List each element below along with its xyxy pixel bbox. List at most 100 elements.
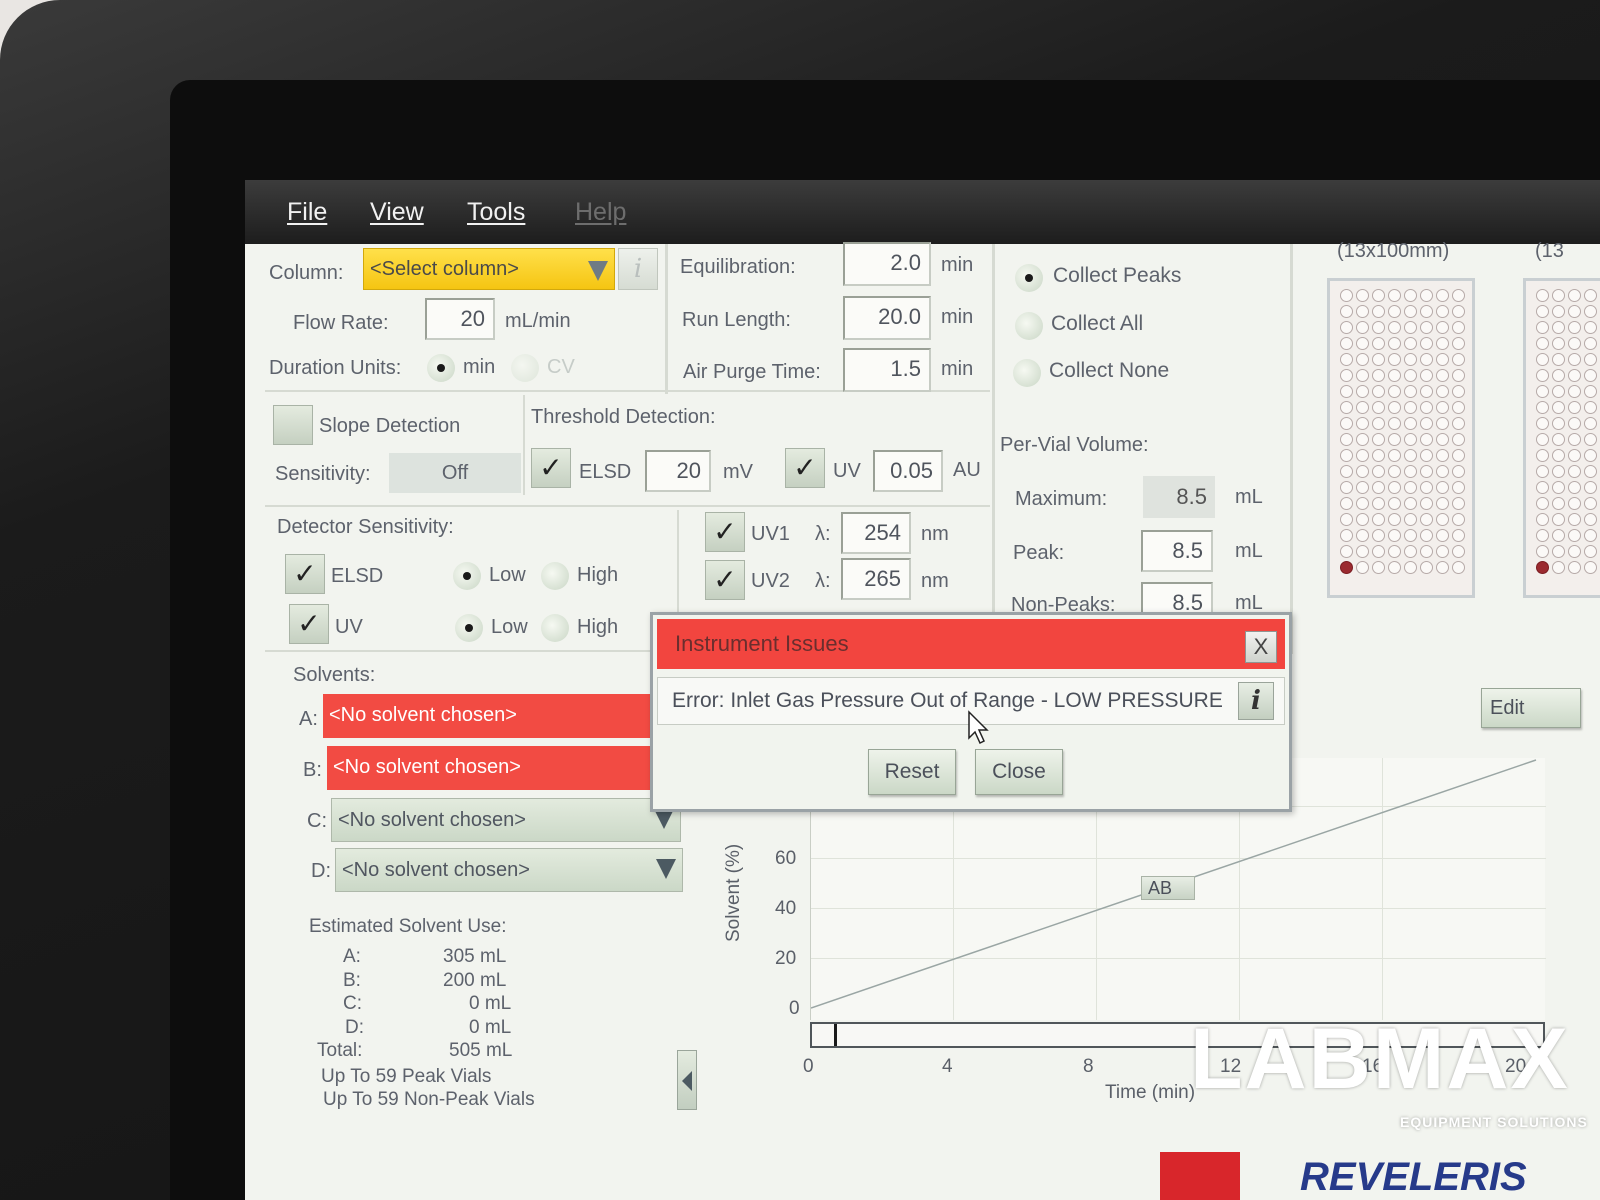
- collect-peaks-radio[interactable]: [1015, 264, 1043, 292]
- vial[interactable]: [1420, 513, 1433, 526]
- menu-tools[interactable]: Tools: [467, 198, 525, 227]
- vial[interactable]: [1452, 401, 1465, 414]
- vial[interactable]: [1552, 321, 1565, 334]
- vial[interactable]: [1404, 321, 1417, 334]
- vial[interactable]: [1536, 321, 1549, 334]
- vial[interactable]: [1436, 513, 1449, 526]
- vial[interactable]: [1420, 417, 1433, 430]
- vial[interactable]: [1552, 513, 1565, 526]
- vial[interactable]: [1568, 353, 1581, 366]
- vial[interactable]: [1404, 353, 1417, 366]
- vial[interactable]: [1552, 369, 1565, 382]
- vial[interactable]: [1536, 481, 1549, 494]
- collect-all-radio[interactable]: [1015, 312, 1043, 340]
- vial[interactable]: [1404, 513, 1417, 526]
- vial[interactable]: [1568, 433, 1581, 446]
- duration-cv-radio[interactable]: [511, 354, 539, 382]
- vial[interactable]: [1340, 561, 1353, 574]
- equilibration-input[interactable]: 2.0: [843, 242, 931, 286]
- vial[interactable]: [1420, 337, 1433, 350]
- vial[interactable]: [1568, 465, 1581, 478]
- vial[interactable]: [1584, 513, 1597, 526]
- vial[interactable]: [1372, 305, 1385, 318]
- column-info-button[interactable]: i: [618, 248, 658, 290]
- vial[interactable]: [1356, 529, 1369, 542]
- vial[interactable]: [1404, 305, 1417, 318]
- vial[interactable]: [1340, 401, 1353, 414]
- vial[interactable]: [1536, 465, 1549, 478]
- vial[interactable]: [1436, 337, 1449, 350]
- vial[interactable]: [1452, 385, 1465, 398]
- vial[interactable]: [1452, 305, 1465, 318]
- dialog-close-x-button[interactable]: X: [1245, 631, 1277, 663]
- vial[interactable]: [1356, 433, 1369, 446]
- vial[interactable]: [1388, 545, 1401, 558]
- uv2-wavelength-input[interactable]: 265: [841, 558, 911, 600]
- uv2-checkbox[interactable]: ✓: [705, 560, 745, 600]
- vial[interactable]: [1536, 545, 1549, 558]
- vial[interactable]: [1452, 449, 1465, 462]
- vial[interactable]: [1420, 561, 1433, 574]
- vial[interactable]: [1356, 481, 1369, 494]
- vial[interactable]: [1568, 561, 1581, 574]
- vial[interactable]: [1404, 481, 1417, 494]
- vial[interactable]: [1552, 401, 1565, 414]
- vial[interactable]: [1536, 305, 1549, 318]
- menu-help[interactable]: Help: [575, 198, 626, 227]
- vial[interactable]: [1340, 481, 1353, 494]
- vial[interactable]: [1536, 433, 1549, 446]
- vial[interactable]: [1536, 449, 1549, 462]
- vial[interactable]: [1356, 417, 1369, 430]
- vial[interactable]: [1420, 401, 1433, 414]
- sensitivity-select[interactable]: Off: [389, 453, 521, 493]
- reset-button[interactable]: Reset: [868, 749, 956, 795]
- vial[interactable]: [1340, 513, 1353, 526]
- vial[interactable]: [1340, 353, 1353, 366]
- vial[interactable]: [1452, 337, 1465, 350]
- vial[interactable]: [1388, 417, 1401, 430]
- vial[interactable]: [1436, 481, 1449, 494]
- vial[interactable]: [1552, 289, 1565, 302]
- vial[interactable]: [1404, 401, 1417, 414]
- collapse-panel-handle[interactable]: [677, 1050, 697, 1110]
- vial[interactable]: [1356, 337, 1369, 350]
- vial[interactable]: [1356, 561, 1369, 574]
- vial[interactable]: [1436, 529, 1449, 542]
- vial[interactable]: [1552, 449, 1565, 462]
- vial[interactable]: [1436, 417, 1449, 430]
- vial[interactable]: [1388, 449, 1401, 462]
- vial[interactable]: [1584, 481, 1597, 494]
- vial[interactable]: [1356, 465, 1369, 478]
- vial[interactable]: [1584, 449, 1597, 462]
- vial[interactable]: [1340, 289, 1353, 302]
- vial[interactable]: [1552, 305, 1565, 318]
- threshold-elsd-checkbox[interactable]: ✓: [531, 448, 571, 488]
- vial[interactable]: [1568, 497, 1581, 510]
- vial[interactable]: [1420, 529, 1433, 542]
- vial[interactable]: [1404, 561, 1417, 574]
- vial[interactable]: [1420, 465, 1433, 478]
- vial[interactable]: [1372, 337, 1385, 350]
- vial[interactable]: [1420, 545, 1433, 558]
- vial[interactable]: [1404, 545, 1417, 558]
- vial[interactable]: [1584, 401, 1597, 414]
- vial[interactable]: [1568, 513, 1581, 526]
- vial[interactable]: [1340, 385, 1353, 398]
- vial[interactable]: [1388, 305, 1401, 318]
- peak-volume-input[interactable]: 8.5: [1141, 530, 1213, 572]
- vial[interactable]: [1584, 369, 1597, 382]
- vial[interactable]: [1340, 529, 1353, 542]
- vial[interactable]: [1372, 321, 1385, 334]
- vial[interactable]: [1340, 433, 1353, 446]
- vial[interactable]: [1356, 497, 1369, 510]
- vial[interactable]: [1536, 369, 1549, 382]
- vial[interactable]: [1552, 481, 1565, 494]
- vial[interactable]: [1372, 497, 1385, 510]
- vial[interactable]: [1388, 337, 1401, 350]
- vial[interactable]: [1568, 369, 1581, 382]
- vial[interactable]: [1404, 385, 1417, 398]
- vial-rack-2[interactable]: [1523, 278, 1600, 598]
- vial[interactable]: [1552, 561, 1565, 574]
- detector-elsd-checkbox[interactable]: ✓: [285, 554, 325, 594]
- vial[interactable]: [1388, 465, 1401, 478]
